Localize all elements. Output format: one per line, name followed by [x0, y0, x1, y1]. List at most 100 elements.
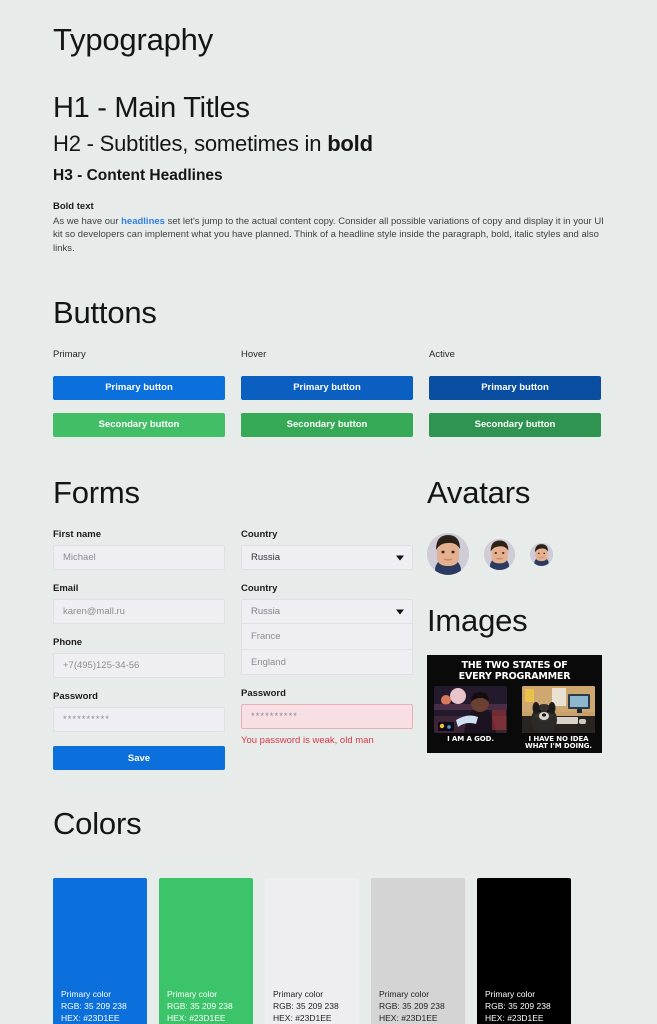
- color-rgb: RGB: 35 209 238: [61, 1001, 127, 1012]
- avatar[interactable]: [427, 533, 469, 576]
- forms-section-title: Forms: [53, 475, 140, 511]
- phone-input[interactable]: [53, 653, 225, 679]
- color-swatches: Primary color RGB: 35 209 238 HEX: #23D1…: [53, 878, 604, 1024]
- avatar[interactable]: [530, 542, 553, 566]
- email-label: Email: [53, 583, 79, 595]
- avatars-section-title: Avatars: [427, 475, 531, 511]
- images-section-title: Images: [427, 603, 528, 639]
- form-fields-grid: First name Email Phone Password Save Cou…: [53, 529, 427, 771]
- color-hex: HEX: #23D1EE: [379, 1012, 438, 1023]
- button-column-label: Hover: [241, 349, 267, 361]
- color-swatch-info: Primary color RGB: 35 209 238 HEX: #23D1…: [485, 989, 551, 1024]
- color-swatch-info: Primary color RGB: 35 209 238 HEX: #23D1…: [273, 989, 339, 1024]
- meme-panels: I AM A GOD. I HAVE NO IDEA WHAT I'M DOIN…: [427, 685, 602, 751]
- heading-h1-sample: H1 - Main Titles: [53, 92, 250, 124]
- color-rgb: RGB: 35 209 238: [167, 1001, 233, 1012]
- meme-right-caption: I HAVE NO IDEA WHAT I'M DOING.: [522, 735, 595, 751]
- color-swatch-info: Primary color RGB: 35 209 238 HEX: #23D1…: [379, 989, 445, 1024]
- color-hex: HEX: #23D1EE: [485, 1012, 544, 1023]
- meme-right-caption-line-2: WHAT I'M DOING.: [525, 742, 592, 751]
- meme-title-line-2: EVERY PROGRAMMER: [458, 671, 571, 683]
- phone-label: Phone: [53, 637, 83, 649]
- secondary-button-default[interactable]: Secondary button: [53, 413, 225, 438]
- color-name: Primary color: [379, 989, 430, 1000]
- country-select-closed[interactable]: [241, 545, 413, 571]
- person-portrait-icon: [530, 542, 553, 566]
- country-option-france[interactable]: France: [242, 624, 412, 649]
- color-swatch[interactable]: Primary color RGB: 35 209 238 HEX: #23D1…: [477, 878, 571, 1024]
- media-column: Avatars Images THE TWO STATES OF EVERY P…: [427, 475, 602, 770]
- email-input[interactable]: [53, 599, 225, 625]
- primary-button-active[interactable]: Primary button: [429, 376, 601, 401]
- button-column-hover: Hover Primary button Secondary button: [241, 349, 413, 438]
- buttons-section-title: Buttons: [53, 295, 157, 331]
- country-open-label: Country: [241, 583, 278, 595]
- meme-panel-right: I HAVE NO IDEA WHAT I'M DOING.: [522, 685, 595, 751]
- bold-text-label: Bold text: [53, 201, 94, 212]
- country-option-england[interactable]: England: [242, 649, 412, 674]
- color-swatch[interactable]: Primary color RGB: 35 209 238 HEX: #23D1…: [265, 878, 359, 1024]
- password-label: Password: [53, 691, 98, 703]
- color-swatch-info: Primary color RGB: 35 209 238 HEX: #23D1…: [167, 989, 233, 1024]
- buttons-grid: Primary Primary button Secondary button …: [53, 349, 604, 438]
- secondary-button-active[interactable]: Secondary button: [429, 413, 601, 438]
- primary-button-hover[interactable]: Primary button: [241, 376, 413, 401]
- first-name-label: First name: [53, 529, 102, 541]
- paragraph-text-before: As we have our: [53, 216, 122, 227]
- form-right-column: Country Country France England: [241, 529, 413, 770]
- country-options-list: France England: [241, 624, 413, 676]
- country-open-control[interactable]: [241, 599, 413, 625]
- meme-title: THE TWO STATES OF EVERY PROGRAMMER: [427, 655, 602, 685]
- heading-h2-bold: bold: [327, 131, 373, 156]
- headlines-link[interactable]: headlines: [121, 216, 165, 227]
- color-swatch[interactable]: Primary color RGB: 35 209 238 HEX: #23D1…: [159, 878, 253, 1024]
- form-left-column: First name Email Phone Password Save: [53, 529, 225, 771]
- color-name: Primary color: [167, 989, 218, 1000]
- country-open-value[interactable]: [241, 599, 413, 625]
- colors-section-title: Colors: [53, 806, 142, 842]
- button-column-active: Active Primary button Secondary button: [429, 349, 601, 438]
- confident-programmer-photo: [434, 685, 507, 733]
- typography-section-title: Typography: [53, 22, 213, 57]
- primary-button-default[interactable]: Primary button: [53, 376, 225, 401]
- country-select-open[interactable]: France England: [241, 599, 413, 676]
- avatar[interactable]: [484, 538, 515, 570]
- color-hex: HEX: #23D1EE: [273, 1012, 332, 1023]
- password-error-label: Password: [241, 688, 286, 700]
- avatars-list: [427, 533, 602, 576]
- color-rgb: RGB: 35 209 238: [273, 1001, 339, 1012]
- typography-samples: H1 - Main Titles H2 - Subtitles, sometim…: [53, 92, 604, 185]
- secondary-button-hover[interactable]: Secondary button: [241, 413, 413, 438]
- button-column-primary: Primary Primary button Secondary button: [53, 349, 225, 438]
- button-column-label: Primary: [53, 349, 86, 361]
- color-swatch[interactable]: Primary color RGB: 35 209 238 HEX: #23D1…: [53, 878, 147, 1024]
- ui-kit-page: Typography H1 - Main Titles H2 - Subtitl…: [0, 0, 657, 1024]
- forms-and-media-row: Forms First name Email Phone Password Sa…: [53, 475, 604, 771]
- body-paragraph: As we have our headlines set let's jump …: [53, 215, 604, 255]
- button-column-label: Active: [429, 349, 455, 361]
- meme-image: THE TWO STATES OF EVERY PROGRAMMER I AM …: [427, 655, 602, 754]
- color-rgb: RGB: 35 209 238: [485, 1001, 551, 1012]
- confused-dog-at-computer-photo: [522, 685, 595, 733]
- password-input[interactable]: [53, 707, 225, 733]
- password-error-message: You password is weak, old man: [241, 735, 374, 747]
- meme-left-caption: I AM A GOD.: [447, 734, 494, 743]
- color-name: Primary color: [273, 989, 324, 1000]
- heading-h2-sample: H2 - Subtitles, sometimes in bold: [53, 131, 604, 157]
- heading-h3-sample: H3 - Content Headlines: [53, 167, 223, 184]
- color-hex: HEX: #23D1EE: [61, 1012, 120, 1023]
- color-name: Primary color: [61, 989, 112, 1000]
- meme-panel-left: I AM A GOD.: [434, 685, 507, 751]
- color-swatch[interactable]: Primary color RGB: 35 209 238 HEX: #23D1…: [371, 878, 465, 1024]
- color-swatch-info: Primary color RGB: 35 209 238 HEX: #23D1…: [61, 989, 127, 1024]
- color-hex: HEX: #23D1EE: [167, 1012, 226, 1023]
- country-select-value[interactable]: [241, 545, 413, 571]
- color-name: Primary color: [485, 989, 536, 1000]
- person-portrait-icon: [484, 538, 515, 570]
- first-name-input[interactable]: [53, 545, 225, 571]
- save-button[interactable]: Save: [53, 746, 225, 771]
- color-rgb: RGB: 35 209 238: [379, 1001, 445, 1012]
- password-error-input[interactable]: [241, 704, 413, 730]
- forms-column: Forms First name Email Phone Password Sa…: [53, 475, 427, 771]
- heading-h2-text: H2 - Subtitles, sometimes in: [53, 131, 328, 156]
